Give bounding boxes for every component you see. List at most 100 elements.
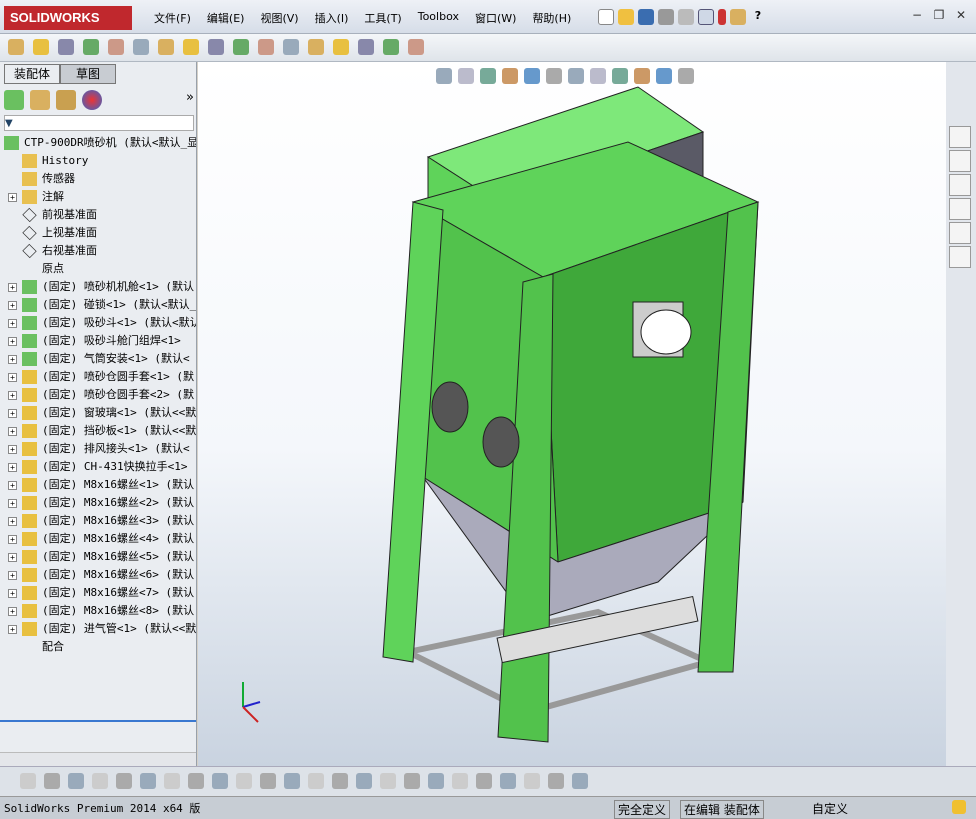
tile-icon[interactable] <box>476 773 492 789</box>
exploded-view-icon[interactable] <box>283 39 299 55</box>
expand-icon[interactable]: + <box>8 373 17 382</box>
arc-icon[interactable] <box>164 773 180 789</box>
horizontal-scrollbar[interactable] <box>0 752 196 766</box>
configuration-manager-icon[interactable] <box>56 90 76 110</box>
expand-icon[interactable]: + <box>8 535 17 544</box>
menu-item[interactable]: 视图(V) <box>252 10 306 26</box>
split-view-icon[interactable] <box>452 773 468 789</box>
select-icon[interactable] <box>698 9 714 25</box>
linear-pattern-icon[interactable] <box>133 39 149 55</box>
tree-item[interactable]: 配合 <box>0 638 196 656</box>
tree-item[interactable]: CTP-900DR喷砂机 (默认<默认_显 <box>0 134 196 152</box>
expand-icon[interactable]: + <box>8 481 17 490</box>
expand-icon[interactable]: + <box>8 589 17 598</box>
rollback-bar[interactable] <box>0 720 196 722</box>
line-icon[interactable] <box>68 773 84 789</box>
centerline-icon[interactable] <box>140 773 156 789</box>
expand-icon[interactable]: + <box>8 445 17 454</box>
box-icon[interactable] <box>332 773 348 789</box>
menu-item[interactable]: 插入(I) <box>307 10 357 26</box>
tree-item[interactable]: + (固定) 喷砂仓圆手套<2> (默 <box>0 386 196 404</box>
traffic-light-icon[interactable] <box>718 9 726 25</box>
bill-of-materials-icon[interactable] <box>258 39 274 55</box>
angle-icon[interactable] <box>308 773 324 789</box>
shaded-icon[interactable] <box>356 773 372 789</box>
tree-item[interactable]: 传感器 <box>0 170 196 188</box>
polygon-icon[interactable] <box>92 773 108 789</box>
tag-icon[interactable] <box>952 800 966 814</box>
feature-manager-icon[interactable] <box>4 90 24 110</box>
print-icon[interactable] <box>658 9 674 25</box>
open-folder-icon[interactable] <box>618 9 634 25</box>
tree-item[interactable]: + (固定) 喷砂机机舱<1> (默认 <box>0 278 196 296</box>
dimension-icon[interactable] <box>260 773 276 789</box>
expand-icon[interactable]: + <box>8 301 17 310</box>
tree-item[interactable]: + (固定) M8x16螺丝<3> (默认 <box>0 512 196 530</box>
tree-item[interactable]: + (固定) 排风接头<1> (默认< <box>0 440 196 458</box>
custom-properties-icon[interactable] <box>949 246 971 268</box>
tree-item[interactable]: + (固定) M8x16螺丝<7> (默认 <box>0 584 196 602</box>
layer-icon[interactable] <box>524 773 540 789</box>
offset-icon[interactable] <box>188 773 204 789</box>
new-file-icon[interactable] <box>598 9 614 25</box>
tree-item[interactable]: + (固定) M8x16螺丝<1> (默认 <box>0 476 196 494</box>
menu-item[interactable]: 工具(T) <box>356 10 409 26</box>
display-style-icon[interactable] <box>380 773 396 789</box>
corner-icon[interactable] <box>212 773 228 789</box>
expand-icon[interactable]: + <box>8 283 17 292</box>
new-motion-study-icon[interactable] <box>233 39 249 55</box>
expand-icon[interactable]: + <box>8 355 17 364</box>
close-button[interactable]: ✕ <box>952 8 970 24</box>
help-icon[interactable]: ? <box>750 9 766 25</box>
smart-fasteners-icon[interactable] <box>58 39 74 55</box>
property-manager-icon[interactable] <box>30 90 50 110</box>
camera-icon[interactable] <box>428 773 444 789</box>
menu-item[interactable]: 编辑(E) <box>199 10 253 26</box>
tree-item[interactable]: + (固定) 进气管<1> (默认<<默 <box>0 620 196 638</box>
hide-show-icon[interactable] <box>308 39 324 55</box>
insert-component-icon[interactable] <box>8 39 24 55</box>
tree-filter[interactable]: ▼ <box>4 115 194 131</box>
tree-item[interactable]: + (固定) 吸砂斗<1> (默认<默认 <box>0 314 196 332</box>
tree-item[interactable]: 前视基准面 <box>0 206 196 224</box>
tree-item[interactable]: 右视基准面 <box>0 242 196 260</box>
move-component-icon[interactable] <box>83 39 99 55</box>
toolbox-icon[interactable] <box>358 39 374 55</box>
file-explorer-icon[interactable] <box>949 174 971 196</box>
tree-item[interactable]: + (固定) 挡砂板<1> (默认<<默 <box>0 422 196 440</box>
tree-item[interactable]: + (固定) 碰锁<1> (默认<默认_ <box>0 296 196 314</box>
expand-icon[interactable]: + <box>8 607 17 616</box>
grid-icon[interactable] <box>284 773 300 789</box>
rotate-component-icon[interactable] <box>108 39 124 55</box>
graphics-area[interactable] <box>198 62 946 766</box>
display-manager-icon[interactable] <box>82 90 102 110</box>
tree-item[interactable]: + (固定) M8x16螺丝<4> (默认 <box>0 530 196 548</box>
tree-item[interactable]: + (固定) 喷砂仓圆手套<1> (默 <box>0 368 196 386</box>
tree-item[interactable]: History <box>0 152 196 170</box>
window-icon[interactable] <box>572 773 588 789</box>
expand-icon[interactable]: + <box>8 193 17 202</box>
expand-panel-icon[interactable]: » <box>186 90 194 112</box>
home-icon[interactable] <box>949 126 971 148</box>
interference-icon[interactable] <box>333 39 349 55</box>
mate-icon[interactable] <box>33 39 49 55</box>
expand-icon[interactable]: + <box>8 463 17 472</box>
chart-icon[interactable] <box>548 773 564 789</box>
model-view[interactable] <box>198 62 946 766</box>
table-icon[interactable] <box>500 773 516 789</box>
expand-icon[interactable]: + <box>8 553 17 562</box>
tree-item[interactable]: + (固定) 窗玻璃<1> (默认<<默 <box>0 404 196 422</box>
menu-item[interactable]: 帮助(H) <box>524 10 579 26</box>
menu-item[interactable]: Toolbox <box>410 10 467 26</box>
expand-icon[interactable]: + <box>8 499 17 508</box>
tree-item[interactable]: + (固定) M8x16螺丝<8> (默认 <box>0 602 196 620</box>
tree-item[interactable]: + (固定) M8x16螺丝<2> (默认 <box>0 494 196 512</box>
tree-item[interactable]: + (固定) M8x16螺丝<5> (默认 <box>0 548 196 566</box>
section-icon[interactable] <box>404 773 420 789</box>
expand-icon[interactable]: + <box>8 409 17 418</box>
construction-icon[interactable] <box>236 773 252 789</box>
explode-icon[interactable] <box>158 39 174 55</box>
expand-icon[interactable]: + <box>8 319 17 328</box>
expand-icon[interactable]: + <box>8 427 17 436</box>
expand-icon[interactable]: + <box>8 625 17 634</box>
